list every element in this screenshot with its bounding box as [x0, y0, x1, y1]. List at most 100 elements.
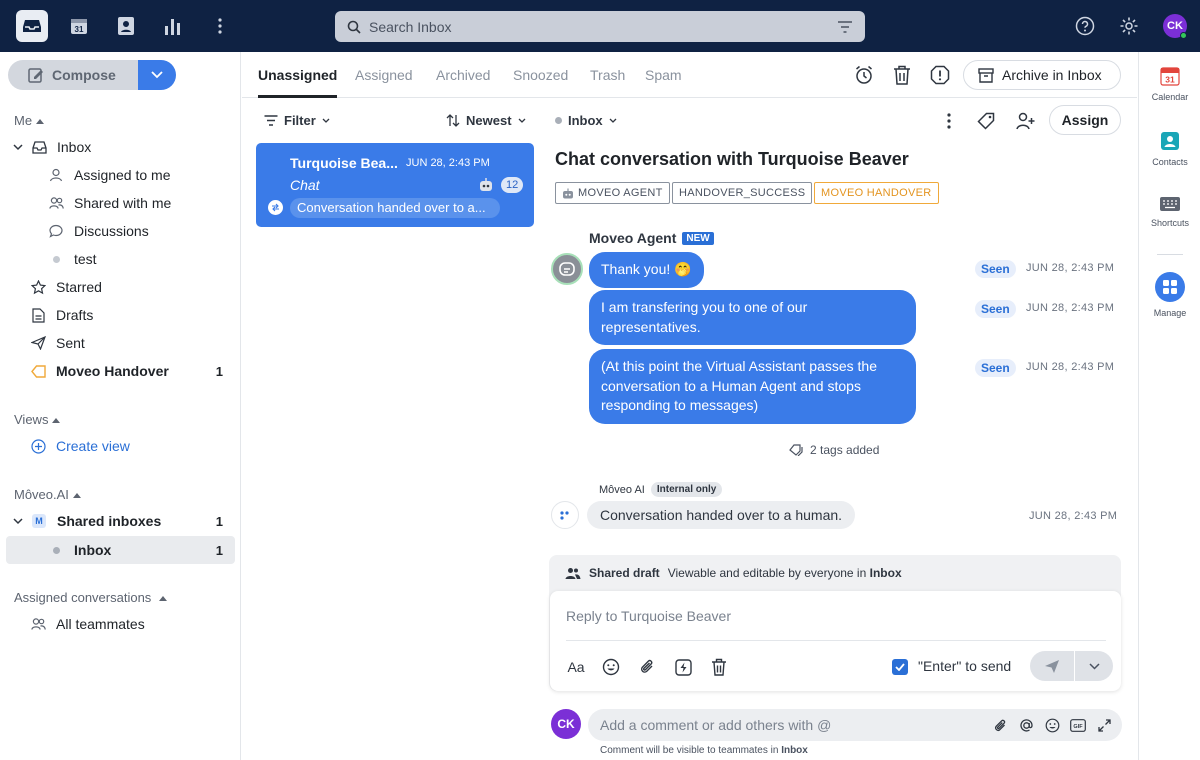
message-bubble[interactable]: I am transfering you to one of our repre…: [589, 290, 916, 345]
tab-trash[interactable]: Trash: [590, 67, 625, 83]
shared-draft-header: Shared draft Viewable and editable by ev…: [565, 566, 902, 580]
expand-icon[interactable]: [1096, 717, 1112, 733]
org-section-title[interactable]: Môveo.AI: [14, 487, 81, 502]
tab-unassigned[interactable]: Unassigned: [258, 67, 337, 83]
assigned-conversations-title[interactable]: Assigned conversations: [14, 590, 168, 605]
analytics-app-icon[interactable]: [157, 10, 189, 42]
message-bubble[interactable]: (At this point the Virtual Assistant pas…: [589, 349, 916, 424]
tab-archived[interactable]: Archived: [436, 67, 490, 83]
help-icon[interactable]: [1073, 14, 1097, 38]
filter-icon[interactable]: [837, 20, 853, 33]
message-time: JUN 28, 2:43 PM: [1026, 262, 1115, 274]
more-options-icon[interactable]: [938, 110, 960, 132]
emoji-icon[interactable]: [1044, 717, 1060, 733]
archive-box-icon: [978, 67, 994, 83]
caret-up-icon: [52, 417, 61, 423]
me-section-title[interactable]: Me: [14, 113, 45, 128]
sidebar-item-label: Moveo Handover: [56, 363, 169, 379]
sidebar-item-drafts[interactable]: Drafts: [0, 302, 241, 328]
comment-input[interactable]: Add a comment or add others with @ GIF: [588, 709, 1122, 741]
unread-count: 1: [215, 363, 223, 379]
more-apps-icon[interactable]: [204, 10, 236, 42]
editor-divider: [566, 640, 1106, 641]
sidebar-item-starred[interactable]: Starred: [0, 274, 241, 300]
inbox-dropdown[interactable]: Inbox: [555, 113, 617, 128]
mention-at-icon[interactable]: [1018, 717, 1034, 733]
emoji-icon[interactable]: [601, 657, 621, 677]
inbox-app-icon[interactable]: [16, 10, 48, 42]
rail-item-contacts[interactable]: Contacts: [1139, 131, 1200, 167]
sidebar-item-moveo-handover[interactable]: Moveo Handover 1: [0, 358, 241, 384]
quick-action-icon[interactable]: [673, 657, 693, 677]
discard-draft-icon[interactable]: [709, 657, 729, 677]
conversation-channel: Chat: [290, 177, 320, 193]
sidebar-item-discussions[interactable]: Discussions: [0, 218, 241, 244]
enter-to-send-checkbox[interactable]: [892, 659, 908, 675]
sidebar-item-sent[interactable]: Sent: [0, 330, 241, 356]
chevron-down-icon[interactable]: [13, 143, 23, 151]
message-bubble[interactable]: Thank you! 🤭: [589, 252, 704, 288]
send-button[interactable]: [1030, 651, 1074, 681]
active-tab-indicator: [258, 95, 337, 98]
tags-icon: [789, 444, 803, 456]
filter-dropdown[interactable]: Filter: [264, 113, 330, 128]
sidebar-item-assigned-to-me[interactable]: Assigned to me: [0, 162, 241, 188]
contacts-app-icon[interactable]: [110, 10, 142, 42]
handover-icon: [268, 200, 283, 215]
sidebar-item-shared-inboxes[interactable]: M Shared inboxes 1: [0, 508, 241, 534]
internal-comment-bubble[interactable]: Conversation handed over to a human.: [587, 501, 856, 529]
tab-spam[interactable]: Spam: [645, 67, 682, 83]
tag-handover-success[interactable]: HANDOVER_SUCCESS: [672, 182, 813, 204]
tag-moveo-handover[interactable]: MOVEO HANDOVER: [814, 182, 939, 204]
sidebar-item-all-teammates[interactable]: All teammates: [0, 611, 241, 637]
attachment-icon[interactable]: [992, 717, 1008, 733]
compose-options-button[interactable]: [138, 60, 176, 90]
archive-label: Archive in Inbox: [1002, 67, 1102, 83]
add-participant-icon[interactable]: [1014, 110, 1036, 132]
create-view-link[interactable]: Create view: [0, 433, 241, 459]
attachment-icon[interactable]: [637, 657, 657, 677]
shared-draft-desc: Viewable and editable by everyone in Inb…: [667, 566, 902, 580]
sidebar-item-test[interactable]: test: [0, 246, 241, 272]
conversation-heading: Chat conversation with Turquoise Beaver: [555, 149, 909, 169]
search-input[interactable]: Search Inbox: [335, 11, 865, 42]
me-section-label: Me: [14, 113, 33, 128]
bot-icon: [563, 188, 573, 198]
reply-editor[interactable]: Reply to Turquoise Beaver Aa "Enter" to …: [550, 591, 1121, 691]
calendar-app-icon[interactable]: 31: [63, 10, 95, 42]
sidebar-item-label: Starred: [56, 279, 102, 295]
internal-comment-author: Môveo AI Internal only: [599, 482, 723, 497]
tag-icon[interactable]: [975, 110, 997, 132]
snooze-alarm-icon[interactable]: [853, 64, 875, 86]
enter-to-send-label[interactable]: "Enter" to send: [918, 658, 1011, 674]
sidebar-item-inbox[interactable]: Inbox: [0, 134, 241, 160]
trash-icon[interactable]: [891, 64, 913, 86]
grid-apps-icon: [1155, 272, 1185, 302]
sidebar-item-shared-with-me[interactable]: Shared with me: [0, 190, 241, 216]
tag-label: MOVEO AGENT: [578, 187, 663, 199]
format-text-icon[interactable]: Aa: [566, 657, 586, 677]
spam-alert-icon[interactable]: [929, 64, 951, 86]
tab-assigned[interactable]: Assigned: [355, 67, 413, 83]
conversation-list: Filter Newest Turquoise Bea... JUN 28, 2…: [242, 99, 547, 760]
tag-icon: [30, 364, 46, 378]
sidebar-item-shared-inbox[interactable]: Inbox 1: [6, 536, 235, 564]
sort-dropdown[interactable]: Newest: [446, 113, 526, 128]
chevron-down-icon[interactable]: [13, 517, 23, 525]
assigned-conversations-label: Assigned conversations: [14, 590, 152, 605]
sender-name: Moveo Agent NEW: [589, 230, 714, 246]
views-section-title[interactable]: Views: [14, 412, 61, 427]
assign-button[interactable]: Assign: [1049, 105, 1121, 135]
gif-icon[interactable]: GIF: [1070, 717, 1086, 733]
tag-moveo-agent[interactable]: MOVEO AGENT: [555, 182, 670, 204]
settings-gear-icon[interactable]: [1117, 14, 1141, 38]
send-options-button[interactable]: [1075, 651, 1113, 681]
rail-item-calendar[interactable]: 31 Calendar: [1139, 66, 1200, 102]
rail-item-manage[interactable]: Manage: [1139, 272, 1200, 318]
conversation-item-selected[interactable]: Turquoise Bea... JUN 28, 2:43 PM Chat 12…: [256, 143, 534, 227]
archive-in-inbox-button[interactable]: Archive in Inbox: [963, 60, 1121, 90]
rail-item-shortcuts[interactable]: Shortcuts: [1139, 196, 1200, 228]
svg-text:31: 31: [1165, 75, 1175, 85]
tab-snoozed[interactable]: Snoozed: [513, 67, 568, 83]
compose-button[interactable]: Compose: [8, 60, 138, 90]
